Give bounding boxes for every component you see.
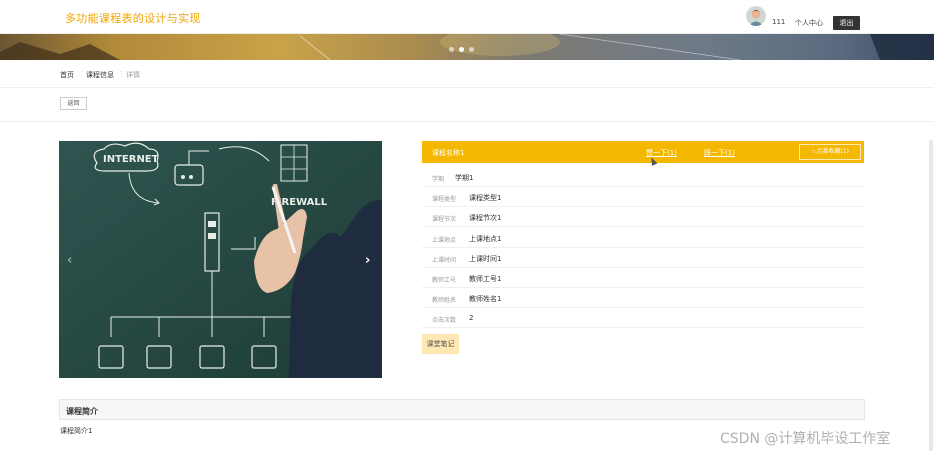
detail-row-time: 上课时间 上课时间1 xyxy=(422,248,864,268)
username: 111 xyxy=(772,18,786,26)
row-label: 教师姓名 xyxy=(432,297,457,304)
intro-title: 课程简介 xyxy=(66,407,98,416)
scrollbar[interactable] xyxy=(929,140,933,451)
row-label: 上课地点 xyxy=(432,237,457,244)
row-label: 点击次数 xyxy=(432,317,457,324)
course-name: 课程名称1 xyxy=(432,149,465,157)
detail-row-period: 课程节次 课程节次1 xyxy=(422,207,864,227)
course-detail-header: 课程名称1 赞一下(1) 踩一下(1) ☆点我收藏(1) xyxy=(422,141,864,163)
class-notes-button[interactable]: 课堂笔记 xyxy=(422,334,459,354)
carousel-next-icon[interactable]: › xyxy=(365,253,370,268)
course-image-carousel[interactable]: INTERNET FIREWALL ‹ › xyxy=(59,141,382,378)
favorite-button[interactable]: ☆点我收藏(1) xyxy=(799,144,861,160)
carousel-prev-icon[interactable]: ‹ xyxy=(67,253,72,268)
breadcrumb-separator: ⋮ xyxy=(118,70,125,78)
top-navbar: 多功能课程表的设计与实现 111 个人中心 退出 xyxy=(0,0,934,34)
row-value: 上课时间1 xyxy=(469,255,502,263)
thumbs-down-button[interactable]: 踩一下(1) xyxy=(704,148,735,158)
row-value: 教师工号1 xyxy=(469,275,502,283)
breadcrumb-section[interactable]: 课程信息 xyxy=(86,70,114,80)
detail-row-location: 上课地点 上课地点1 xyxy=(422,228,864,248)
row-value: 课程节次1 xyxy=(469,214,502,222)
profile-link[interactable]: 个人中心 xyxy=(795,18,823,28)
breadcrumb-home[interactable]: 首页 xyxy=(60,70,74,80)
row-label: 教师工号 xyxy=(432,277,457,284)
section-divider xyxy=(0,121,934,122)
row-label: 课程节次 xyxy=(432,216,457,223)
detail-row-type: 课程类型 课程类型1 xyxy=(422,187,864,207)
row-value: 学期1 xyxy=(455,174,474,182)
back-button[interactable]: 返回 xyxy=(60,97,87,110)
detail-row-teacher-name: 教师姓名 教师姓名1 xyxy=(422,288,864,308)
detail-row-clicks: 点击次数 2 xyxy=(422,308,864,328)
row-value: 教师姓名1 xyxy=(469,295,502,303)
row-value: 上课地点1 xyxy=(469,235,502,243)
banner-carousel[interactable] xyxy=(0,34,934,60)
banner-dot[interactable] xyxy=(459,47,464,52)
detail-row-teacher-id: 教师工号 教师工号1 xyxy=(422,268,864,288)
intro-section-header: 课程简介 xyxy=(59,399,865,420)
avatar[interactable] xyxy=(746,6,766,26)
intro-text: 课程简介1 xyxy=(60,427,93,435)
row-label: 课程类型 xyxy=(432,196,457,203)
banner-dot[interactable] xyxy=(469,47,474,52)
row-value: 2 xyxy=(469,314,474,322)
breadcrumb-separator: ⋮ xyxy=(78,70,85,78)
breadcrumb: 首页 ⋮ 课程信息 ⋮ 详情 xyxy=(0,60,934,88)
row-label: 学期 xyxy=(432,176,445,183)
breadcrumb-current: 详情 xyxy=(126,71,140,79)
logout-button[interactable]: 退出 xyxy=(833,16,860,30)
row-label: 上课时间 xyxy=(432,257,457,264)
carousel-text-internet: INTERNET xyxy=(103,154,159,165)
watermark: CSDN @计算机毕设工作室 xyxy=(720,431,891,447)
banner-dot[interactable] xyxy=(449,47,454,52)
site-title[interactable]: 多功能课程表的设计与实现 xyxy=(65,10,201,26)
row-value: 课程类型1 xyxy=(469,194,502,202)
detail-row-semester: 学期 学期1 xyxy=(422,167,864,187)
